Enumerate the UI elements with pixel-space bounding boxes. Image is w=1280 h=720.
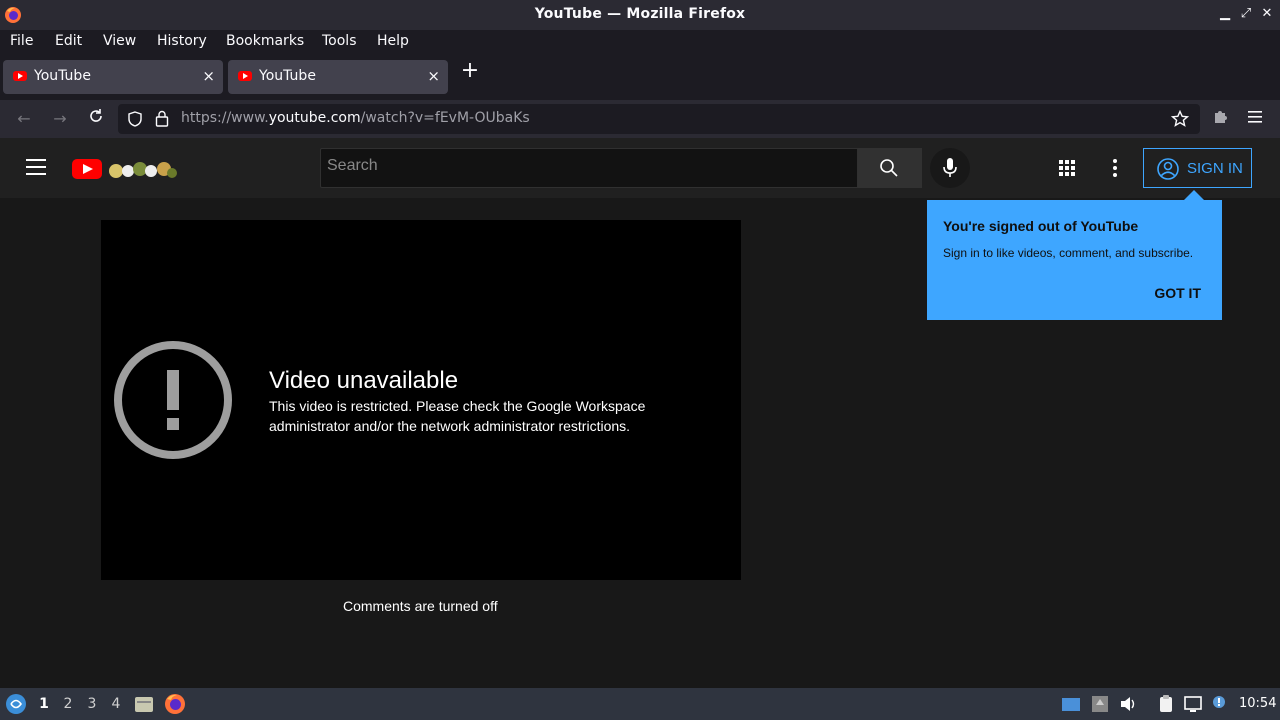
workspace-4[interactable]: 4 (106, 696, 126, 712)
puzzle-icon (1215, 111, 1227, 123)
reload-icon (90, 109, 102, 122)
window-titlebar: YouTube — Mozilla Firefox ▁ ⤢ ✕ (0, 0, 1280, 30)
tab-youtube-1[interactable]: YouTube × (3, 60, 223, 94)
clipboard-icon[interactable] (1156, 694, 1176, 714)
menu-tools[interactable]: Tools (322, 33, 357, 49)
menu-icon (1248, 111, 1262, 123)
back-button[interactable]: ← (13, 108, 35, 130)
tab-close-icon[interactable]: × (427, 67, 440, 85)
sign-in-label: SIGN IN (1187, 160, 1243, 177)
search-input[interactable] (327, 157, 847, 175)
reload-button[interactable] (85, 108, 107, 130)
taskbar: 1 2 3 4 10:54 (0, 688, 1280, 720)
workspace-3[interactable]: 3 (82, 696, 102, 712)
youtube-favicon-icon (238, 71, 252, 81)
menu-history[interactable]: History (157, 33, 207, 49)
notification-icon[interactable] (1209, 694, 1229, 714)
sign-in-button[interactable]: SIGN IN (1143, 148, 1252, 188)
guide-menu-icon[interactable] (26, 159, 46, 175)
error-title: Video unavailable (269, 367, 459, 394)
lock-icon[interactable] (155, 110, 169, 127)
new-tab-button[interactable]: + (459, 60, 481, 82)
youtube-header: SIGN IN (0, 138, 1280, 198)
workspace-2[interactable]: 2 (58, 696, 78, 712)
menu-edit[interactable]: Edit (55, 33, 82, 49)
display-icon[interactable] (1061, 694, 1081, 714)
video-player[interactable]: Video unavailable This video is restrict… (101, 220, 741, 580)
menu-view[interactable]: View (103, 33, 136, 49)
comments-status: Comments are turned off (343, 598, 498, 614)
minimize-button[interactable]: ▁ (1215, 4, 1235, 24)
voice-search-button[interactable] (930, 148, 970, 188)
signed-out-popup: You're signed out of YouTube Sign in to … (927, 190, 1222, 320)
volume-icon[interactable] (1118, 694, 1138, 714)
menu-file[interactable]: File (10, 33, 33, 49)
youtube-doodle-logo[interactable] (106, 156, 178, 182)
tab-label: YouTube (259, 68, 316, 84)
navigation-toolbar: ← → https://www.youtube.com/watch?v=fEvM… (0, 100, 1280, 138)
forward-button[interactable]: → (49, 108, 71, 130)
search-icon (880, 159, 898, 177)
account-icon (1157, 158, 1179, 180)
search-box (320, 148, 858, 188)
extensions-button[interactable] (1209, 108, 1231, 130)
shield-icon[interactable] (127, 111, 143, 127)
menu-help[interactable]: Help (377, 33, 409, 49)
menu-bar: File Edit View History Bookmarks Tools H… (0, 30, 1280, 54)
error-exclamation-icon (114, 341, 232, 459)
clock: 10:54 (1239, 696, 1277, 711)
apps-grid-icon[interactable] (1055, 156, 1079, 180)
tab-close-icon[interactable]: × (202, 67, 215, 85)
workspace-1[interactable]: 1 (34, 696, 54, 712)
firefox-taskbar-icon[interactable] (164, 693, 186, 715)
tab-strip: YouTube × YouTube × (0, 54, 1280, 100)
close-window-button[interactable]: ✕ (1257, 4, 1277, 24)
tab-youtube-2[interactable]: YouTube × (228, 60, 448, 94)
tab-label: YouTube (34, 68, 91, 84)
error-message: This video is restricted. Please check t… (269, 398, 646, 434)
network-icon[interactable] (1090, 694, 1110, 714)
window-title: YouTube — Mozilla Firefox (534, 6, 746, 22)
popup-message: Sign in to like videos, comment, and sub… (943, 246, 1194, 260)
file-manager-icon[interactable] (134, 694, 154, 714)
youtube-favicon-icon (13, 71, 27, 81)
menu-bookmarks[interactable]: Bookmarks (226, 33, 304, 49)
search-button[interactable] (858, 148, 922, 188)
microphone-icon (943, 158, 957, 177)
url-text[interactable]: https://www.youtube.com/watch?v=fEvM-OUb… (181, 110, 530, 126)
youtube-logo-icon[interactable] (72, 159, 102, 179)
bookmark-star-icon[interactable] (1171, 110, 1189, 128)
start-menu-icon[interactable] (5, 693, 27, 715)
more-options-icon[interactable] (1103, 156, 1127, 180)
screen-icon[interactable] (1183, 694, 1203, 714)
url-bar[interactable]: https://www.youtube.com/watch?v=fEvM-OUb… (118, 104, 1200, 134)
maximize-button[interactable]: ⤢ (1236, 4, 1256, 24)
app-menu-button[interactable] (1245, 108, 1267, 130)
got-it-button[interactable]: GOT IT (1154, 285, 1201, 301)
popup-title: You're signed out of YouTube (943, 218, 1139, 234)
